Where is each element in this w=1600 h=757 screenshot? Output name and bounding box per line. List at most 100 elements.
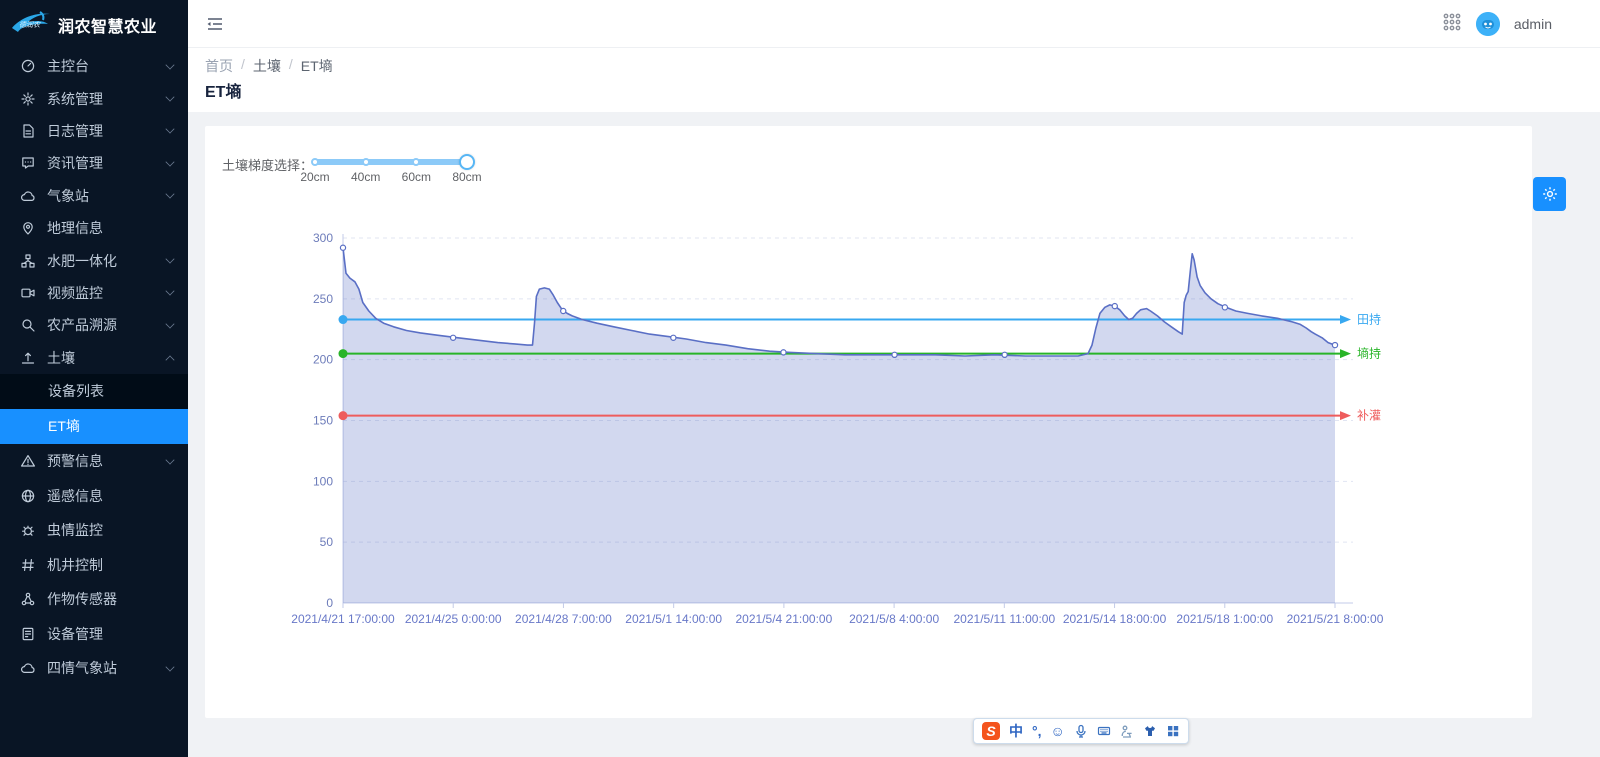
sidebar-item-label: 水肥一体化: [47, 251, 117, 271]
svg-text:2021/5/21 8:00:00: 2021/5/21 8:00:00: [1287, 612, 1384, 626]
emoji-face[interactable]: ☺: [1051, 724, 1065, 738]
cloud-icon: [20, 660, 36, 676]
handwriting-icon: [1120, 724, 1134, 738]
sidebar-item-虫情监控[interactable]: 虫情监控: [0, 513, 188, 548]
svg-text:250: 250: [313, 292, 333, 306]
sidebar-item-label: 气象站: [47, 186, 89, 206]
chevron-down-icon: [165, 157, 174, 166]
gear-icon: [20, 91, 36, 107]
sidebar-item-土壤[interactable]: 土壤: [0, 342, 188, 374]
breadcrumb-item-土壤[interactable]: 土壤: [253, 56, 281, 76]
sidebar-item-四情气象站[interactable]: 四情气象站: [0, 651, 188, 686]
chevron-down-icon: [165, 319, 174, 328]
svg-text:50: 50: [320, 535, 334, 549]
chart-svg: 0501001502002503002021/4/21 17:00:002021…: [205, 126, 1532, 718]
sidebar-item-地理信息[interactable]: 地理信息: [0, 212, 188, 244]
sidebar-item-label: 设备管理: [47, 624, 103, 644]
sidebar-item-label: 遥感信息: [47, 486, 103, 506]
logo-swoosh-icon: 德润农: [10, 10, 52, 40]
sidebar-item-系统管理[interactable]: 系统管理: [0, 82, 188, 114]
sidebar-item-label: 系统管理: [47, 89, 103, 109]
sidebar-collapse-button[interactable]: [205, 14, 225, 34]
toolbox-icon[interactable]: [1166, 724, 1180, 738]
device-icon: [20, 626, 36, 642]
hash-icon: [20, 557, 36, 573]
app-grid-button[interactable]: [1442, 12, 1462, 37]
ime-toolbar: S中 °, ☺: [973, 718, 1189, 744]
chart-card: 土壤梯度选择： 20cm40cm60cm80cm 050100150200250…: [205, 126, 1532, 718]
settings-flyout-button[interactable]: [1533, 177, 1566, 211]
chevron-down-icon: [165, 190, 174, 199]
skin-icon: [1143, 724, 1157, 738]
chevron-up-icon: [165, 355, 174, 364]
topbar: admin: [188, 0, 1600, 48]
svg-text:墒持: 墒持: [1357, 346, 1381, 361]
svg-text:德润农: 德润农: [19, 21, 41, 29]
sidebar-item-主控台[interactable]: 主控台: [0, 50, 188, 82]
video-icon: [20, 285, 36, 301]
sidebar-item-视频监控[interactable]: 视频监控: [0, 277, 188, 309]
breadcrumb-item-ET墒: ET墒: [301, 56, 333, 76]
avatar[interactable]: [1476, 12, 1500, 36]
sogou-logo[interactable]: S: [982, 722, 1000, 740]
sidebar-item-label: 资讯管理: [47, 153, 103, 173]
mic-icon[interactable]: [1074, 724, 1088, 738]
sensor-icon: [20, 591, 36, 607]
app-title: 润农智慧农业: [58, 13, 157, 37]
breadcrumb-separator: /: [289, 56, 293, 76]
svg-text:2021/5/11 11:00:00: 2021/5/11 11:00:00: [954, 612, 1056, 626]
sidebar-item-资讯管理[interactable]: 资讯管理: [0, 147, 188, 179]
sidebar: 德润农 润农智慧农业 主控台系统管理日志管理资讯管理气象站地理信息水肥一体化视频…: [0, 0, 188, 757]
username[interactable]: admin: [1514, 16, 1552, 32]
svg-text:150: 150: [313, 414, 333, 428]
menu-fold-icon: [205, 14, 225, 34]
sidebar-item-作物传感器[interactable]: 作物传感器: [0, 582, 188, 617]
svg-text:2021/4/25 0:00:00: 2021/4/25 0:00:00: [405, 612, 502, 626]
skin-icon[interactable]: [1143, 724, 1157, 738]
mic-icon: [1074, 724, 1088, 738]
svg-text:300: 300: [313, 231, 333, 245]
bug-icon: [20, 522, 36, 538]
sidebar-item-气象站[interactable]: 气象站: [0, 180, 188, 212]
sidebar-item-机井控制[interactable]: 机井控制: [0, 547, 188, 582]
soil-icon: [20, 350, 36, 366]
chevron-down-icon: [165, 455, 174, 464]
sidebar-item-水肥一体化[interactable]: 水肥一体化: [0, 244, 188, 276]
svg-text:2021/4/28 7:00:00: 2021/4/28 7:00:00: [515, 612, 612, 626]
warning-icon: [20, 453, 36, 469]
robot-face-icon: [1476, 12, 1500, 36]
svg-text:2021/4/21 17:00:00: 2021/4/21 17:00:00: [291, 612, 395, 626]
svg-text:2021/5/1 14:00:00: 2021/5/1 14:00:00: [625, 612, 722, 626]
gauge-icon: [20, 58, 36, 74]
breadcrumb-separator: /: [241, 56, 245, 76]
sidebar-item-label: 日志管理: [47, 121, 103, 141]
pin-icon: [20, 220, 36, 236]
gear-icon: [1541, 185, 1559, 203]
sidebar-item-农产品溯源[interactable]: 农产品溯源: [0, 309, 188, 341]
sidebar-item-label: 预警信息: [47, 451, 103, 471]
sidebar-item-日志管理[interactable]: 日志管理: [0, 115, 188, 147]
svg-text:100: 100: [313, 474, 333, 488]
svg-text:补灌: 补灌: [1357, 409, 1381, 423]
sidebar-item-设备管理[interactable]: 设备管理: [0, 616, 188, 651]
punctuation[interactable]: °,: [1032, 724, 1042, 738]
globe-icon: [20, 488, 36, 504]
sidebar-item-遥感信息[interactable]: 遥感信息: [0, 478, 188, 513]
chevron-down-icon: [165, 125, 174, 134]
sidebar-submenu: 设备列表ET墒: [0, 374, 188, 444]
sidebar-menu: 主控台系统管理日志管理资讯管理气象站地理信息水肥一体化视频监控农产品溯源土壤设备…: [0, 50, 188, 685]
sidebar-subitem-ET墒[interactable]: ET墒: [0, 409, 188, 444]
sidebar-item-label: 虫情监控: [47, 520, 103, 540]
breadcrumb-item-首页[interactable]: 首页: [205, 56, 233, 76]
toolbox-icon: [1166, 724, 1180, 738]
keyboard-icon[interactable]: [1097, 724, 1111, 738]
sidebar-item-预警信息[interactable]: 预警信息: [0, 444, 188, 479]
sidebar-item-label: 视频监控: [47, 283, 103, 303]
sidebar-item-label: 土壤: [47, 348, 75, 368]
chat-icon: [20, 155, 36, 171]
sidebar-item-label: 主控台: [47, 56, 89, 76]
handwriting-icon[interactable]: [1120, 724, 1134, 738]
input-mode[interactable]: 中: [1009, 724, 1023, 738]
chevron-down-icon: [165, 60, 174, 69]
sidebar-subitem-设备列表[interactable]: 设备列表: [0, 374, 188, 409]
